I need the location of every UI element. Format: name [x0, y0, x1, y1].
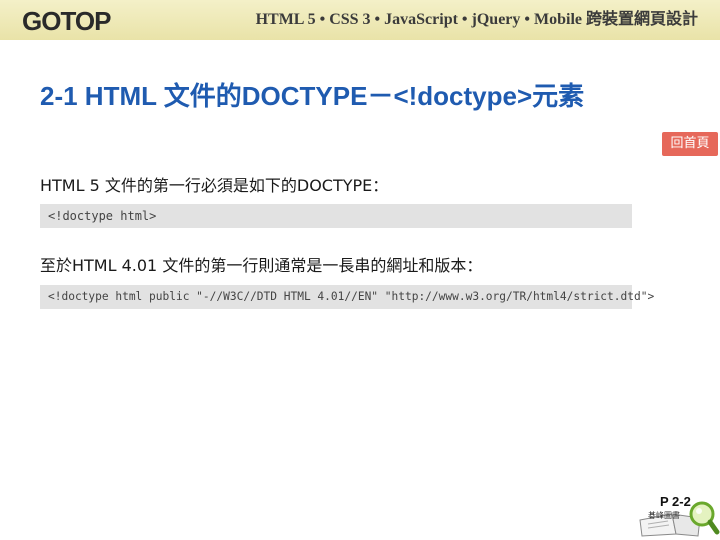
header-bar: GOTOP HTML 5 • CSS 3 • JavaScript • jQue…	[0, 0, 720, 40]
logo-text: GOTOP	[22, 6, 111, 36]
home-button[interactable]: 回首頁	[662, 132, 718, 156]
slide-title: 2-1 HTML 文件的DOCTYPE－<!doctype>元素	[40, 81, 585, 111]
code-block-html5: <!doctype html>	[40, 204, 632, 228]
paragraph-html401: 至於HTML 4.01 文件的第一行則通常是一長串的網址和版本：	[40, 256, 483, 275]
paragraph-html5: HTML 5 文件的第一行必須是如下的DOCTYPE：	[40, 176, 389, 195]
code-block-html401: <!doctype html public "-//W3C//DTD HTML …	[40, 285, 654, 309]
gotop-logo: GOTOP	[22, 6, 111, 36]
book-label: 碁峰圖書	[648, 511, 680, 520]
series-title: HTML 5 • CSS 3 • JavaScript • jQuery • M…	[255, 11, 698, 28]
